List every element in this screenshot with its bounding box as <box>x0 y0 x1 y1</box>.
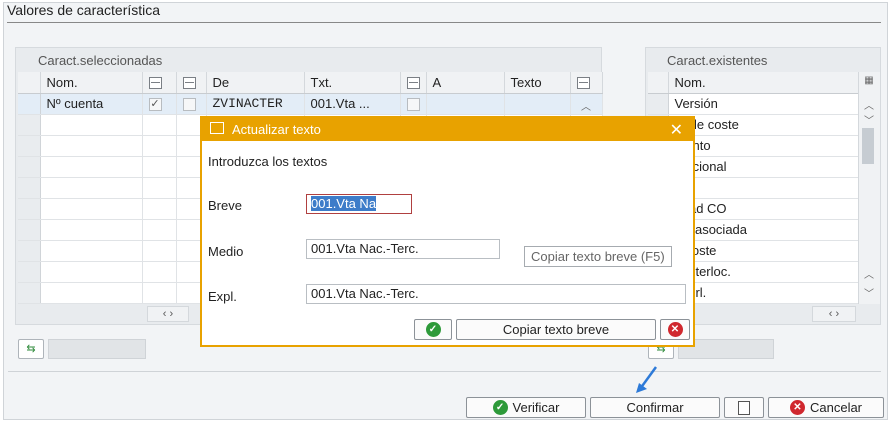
column-header-nom[interactable]: Nom. <box>668 72 859 94</box>
scroll-up-arrow-2[interactable]: ︿ <box>860 266 878 281</box>
document-icon <box>738 400 750 415</box>
row-selector[interactable] <box>18 93 41 115</box>
row-selector-header[interactable] <box>648 72 669 94</box>
scroll-up-arrow[interactable]: ︿ <box>860 97 878 112</box>
ok-button[interactable]: ✓ <box>414 319 452 340</box>
column-header-hierarchy[interactable] <box>142 72 177 94</box>
table-row[interactable]: Nº cuenta ✓ ZVINACTER 001.Vta ... <box>18 93 603 115</box>
close-icon: ✕ <box>789 400 805 415</box>
column-header-de[interactable]: De <box>206 72 305 94</box>
cursor-arrow-icon <box>636 366 658 393</box>
list-item-label[interactable]: ión <box>668 177 859 199</box>
row-selector[interactable] <box>18 156 41 178</box>
update-text-dialog: Actualizar texto ✕ Introduzca los textos… <box>200 116 695 347</box>
selected-characteristics-title: Caract.seleccionadas <box>38 53 163 68</box>
row-selector[interactable] <box>18 135 41 157</box>
horizontal-scroll-left[interactable]: ‹ › <box>147 306 189 322</box>
list-item[interactable]: Versión <box>648 93 859 115</box>
window-title: Valores de característica <box>7 2 161 18</box>
scroll-down-arrow-2[interactable]: ﹀ <box>860 285 878 300</box>
column-header-nom[interactable]: Nom. <box>40 72 143 94</box>
list-item-label[interactable]: mento <box>668 135 859 157</box>
list-item-label[interactable]: funcional <box>668 156 859 178</box>
scroll-down-arrow[interactable]: ﹀ <box>860 112 878 127</box>
expl-field[interactable]: 001.Vta Nac.-Terc. <box>306 284 686 304</box>
cell-check-1[interactable]: ✓ <box>142 93 177 115</box>
row-selector[interactable] <box>18 240 41 262</box>
cell-check-3[interactable] <box>400 93 427 115</box>
row-selector[interactable] <box>18 261 41 283</box>
column-config-button[interactable] <box>570 72 603 94</box>
cancel-button[interactable]: ✕ Cancelar <box>768 397 884 418</box>
transfer-button[interactable]: ⇆ <box>18 339 44 359</box>
list-item-label[interactable]: Versión <box>668 93 859 115</box>
left-toolbar-field <box>48 339 146 359</box>
list-item-label[interactable]: n.interloc. <box>668 261 859 283</box>
medio-field[interactable]: 001.Vta Nac.-Terc. <box>306 239 500 259</box>
dialog-instruction: Introduzca los textos <box>208 154 328 169</box>
breve-label: Breve <box>208 198 242 213</box>
cell-texto[interactable] <box>504 93 571 115</box>
checkmark-icon: ✓ <box>425 322 441 337</box>
field-icon <box>182 77 196 90</box>
verify-button[interactable]: ✓ Verificar <box>466 397 586 418</box>
verify-label: Verificar <box>512 400 560 415</box>
hierarchy-icon <box>148 77 162 90</box>
row-selector[interactable] <box>18 282 41 304</box>
list-item-label[interactable]: interl. <box>668 282 859 304</box>
close-icon[interactable]: ✕ <box>670 120 683 140</box>
cell-a[interactable] <box>426 93 505 115</box>
edit-text-icon <box>210 122 224 134</box>
scrollbar-thumb[interactable] <box>862 128 874 164</box>
list-item-label[interactable]: GL asociada <box>668 219 859 241</box>
confirm-button[interactable]: Confirmar <box>590 397 720 418</box>
document-button[interactable] <box>724 397 764 418</box>
column-header-a[interactable]: A <box>426 72 505 94</box>
tooltip: Copiar texto breve (F5) <box>524 246 672 267</box>
cancel-dialog-button[interactable]: ✕ <box>660 319 690 340</box>
checkbox[interactable] <box>182 98 196 112</box>
column-config-icon[interactable]: ▦ <box>860 75 878 86</box>
medio-label: Medio <box>208 244 244 259</box>
checkbox[interactable] <box>406 98 420 112</box>
expl-label: Expl. <box>208 289 237 304</box>
breve-field[interactable]: 001.Vta Na <box>306 194 412 214</box>
scroll-up-arrow[interactable]: ︿ <box>576 98 596 113</box>
column-config-icon <box>576 77 590 90</box>
column-header-field-2[interactable] <box>400 72 427 94</box>
row-selector-header[interactable] <box>18 72 41 94</box>
breve-value: 001.Vta Na <box>311 196 377 211</box>
column-header-txt[interactable]: Txt. <box>304 72 401 94</box>
checkmark-icon: ✓ <box>492 400 508 415</box>
dialog-titlebar: Actualizar texto ✕ <box>202 118 693 141</box>
transfer-icon: ⇆ <box>26 343 36 355</box>
row-selector[interactable] <box>18 198 41 220</box>
existing-characteristics-title: Caract.existentes <box>667 53 768 68</box>
list-item-label[interactable]: ro de coste <box>668 114 859 136</box>
row-selector[interactable] <box>18 114 41 136</box>
list-item-label[interactable]: edad CO <box>668 198 859 220</box>
row-selector[interactable] <box>18 177 41 199</box>
close-icon: ✕ <box>667 322 683 337</box>
cell-check-2[interactable] <box>176 93 207 115</box>
checkbox-checked[interactable]: ✓ <box>148 98 162 112</box>
footer-divider <box>8 371 881 372</box>
copy-short-text-button[interactable]: Copiar texto breve <box>456 319 656 340</box>
cell-nom[interactable]: Nº cuenta <box>40 93 143 115</box>
row-selector[interactable] <box>18 219 41 241</box>
dialog-title: Actualizar texto <box>232 122 321 137</box>
cancel-label: Cancelar <box>809 400 863 415</box>
column-header-field[interactable] <box>176 72 207 94</box>
cell-txt[interactable]: 001.Vta ... <box>304 93 401 115</box>
column-header-texto[interactable]: Texto <box>504 72 571 94</box>
horizontal-scroll-right[interactable]: ‹ › <box>812 306 856 322</box>
list-item-label[interactable]: o coste <box>668 240 859 262</box>
cell-de[interactable]: ZVINACTER <box>206 93 305 115</box>
title-divider <box>7 22 881 23</box>
field-icon <box>406 77 420 90</box>
